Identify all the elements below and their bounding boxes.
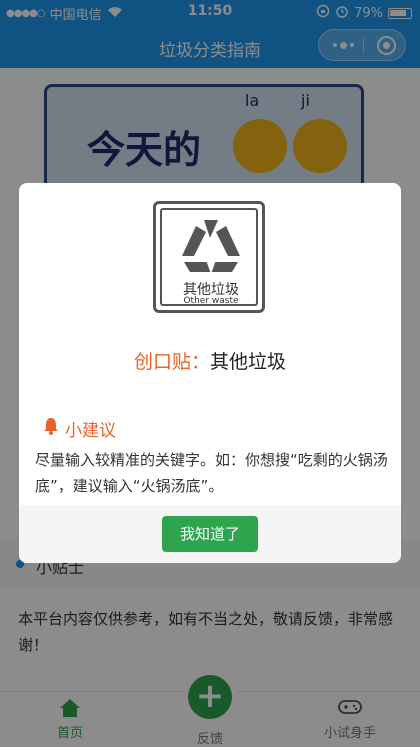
suggestion-heading: 小建议 bbox=[43, 416, 116, 441]
search-item-category: 其他垃圾 bbox=[210, 351, 287, 373]
search-item-name: 创口贴： bbox=[133, 351, 210, 373]
other-waste-icon: 其他垃圾 Other waste bbox=[153, 201, 265, 313]
result-dialog: 其他垃圾 Other waste 创口贴：其他垃圾 小建议 尽量输入较精准的关键… bbox=[19, 183, 401, 563]
waste-icon-en-label: Other waste bbox=[183, 296, 239, 306]
ok-button[interactable]: 我知道了 bbox=[162, 516, 258, 552]
result-line: 创口贴：其他垃圾 bbox=[19, 347, 401, 374]
bell-icon bbox=[43, 417, 59, 440]
recycle-arrows-icon bbox=[182, 220, 240, 274]
other-waste-icon-frame: 其他垃圾 Other waste bbox=[160, 208, 258, 306]
suggestion-text: 尽量输入较精准的关键字。如：你想搜“吃剩的火锅汤底”，建议输入“火锅汤底”。 bbox=[35, 451, 388, 495]
dialog-footer: 我知道了 bbox=[19, 505, 401, 563]
suggestion-title: 小建议 bbox=[65, 421, 116, 441]
